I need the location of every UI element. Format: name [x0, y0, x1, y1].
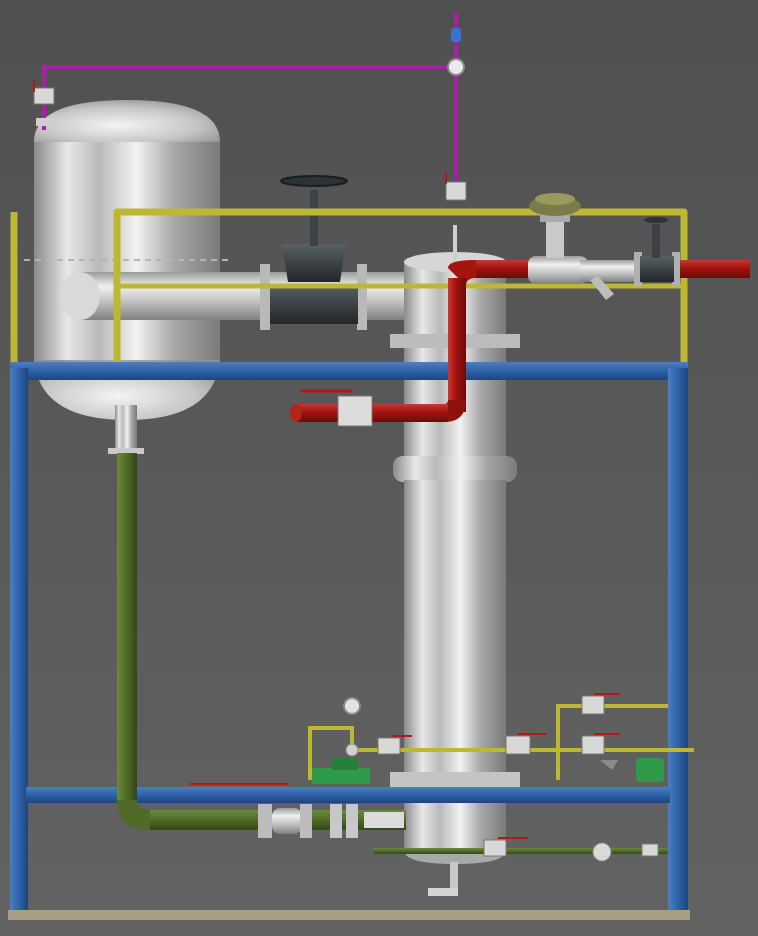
vent-tee-icon — [447, 58, 465, 76]
pressure-gauge-icon — [343, 697, 361, 715]
control-valve[interactable] — [528, 193, 588, 284]
steam-trap-right[interactable] — [600, 758, 664, 782]
process-skid-diagram — [8, 12, 750, 920]
pressure-gauge-icon — [345, 743, 359, 757]
steam-trap-left[interactable] — [312, 758, 370, 784]
gate-valve[interactable] — [260, 175, 367, 330]
handwheel-icon[interactable] — [280, 175, 348, 187]
handrail — [10, 208, 688, 362]
actuator-icon — [535, 193, 575, 205]
strainer[interactable] — [580, 260, 636, 300]
handwheel-icon[interactable] — [644, 217, 668, 223]
base-plate — [8, 910, 690, 920]
steam-gate-valve[interactable] — [634, 217, 680, 286]
vent-valve-icon[interactable] — [451, 28, 461, 42]
